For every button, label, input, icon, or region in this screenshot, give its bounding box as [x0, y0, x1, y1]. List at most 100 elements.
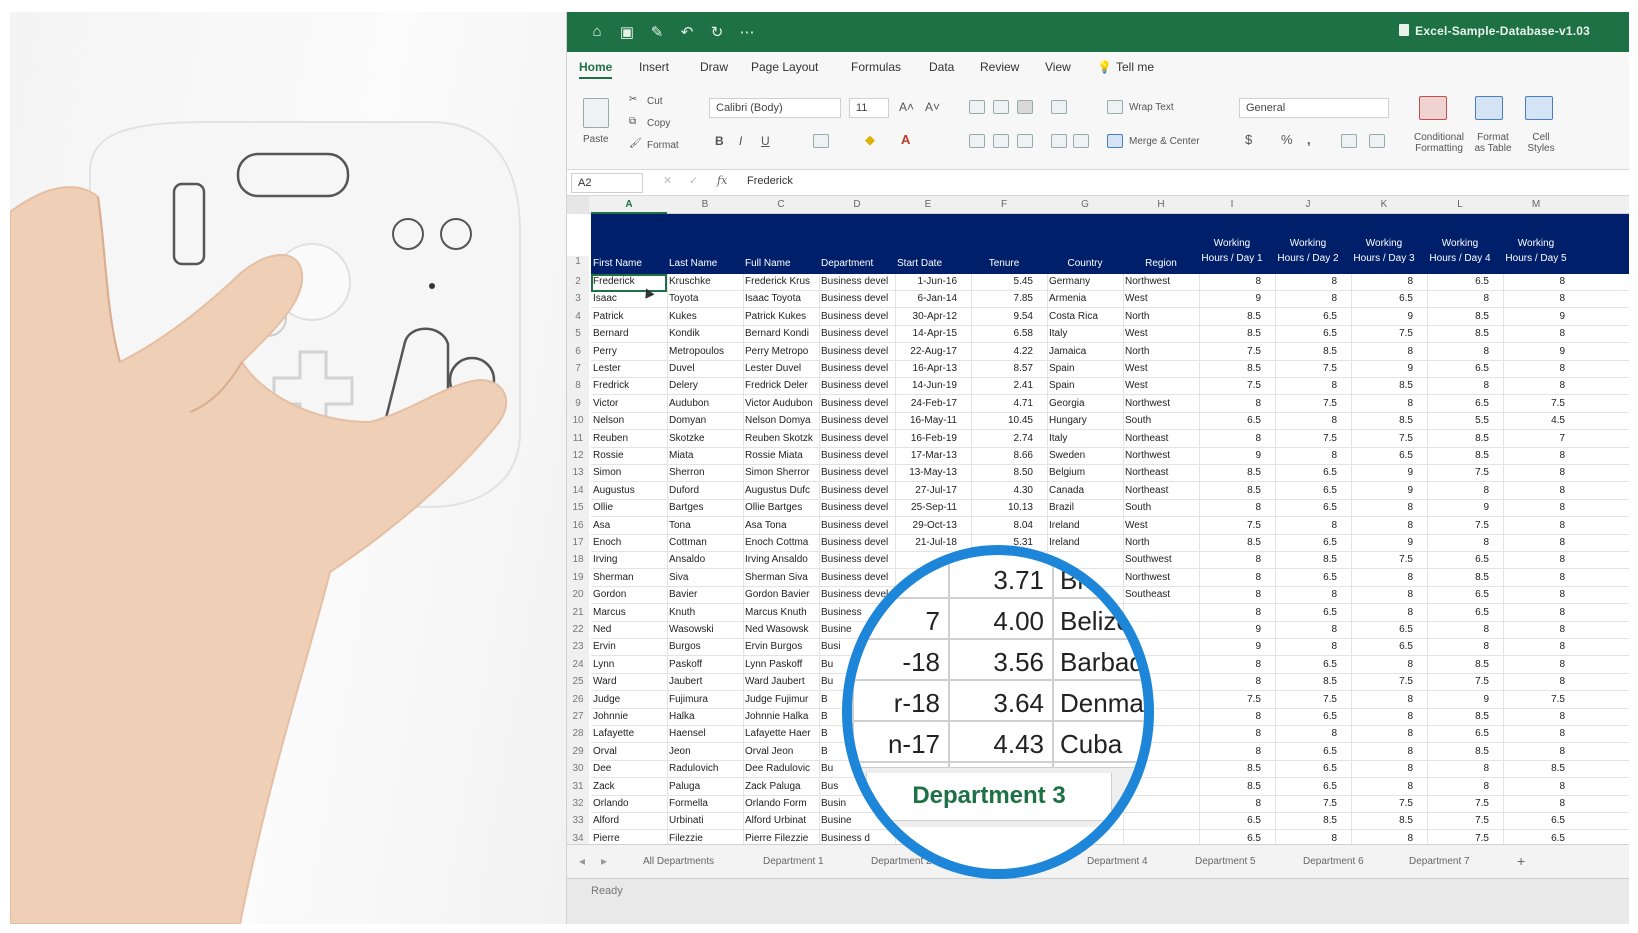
table-cell[interactable]: Ollie	[593, 502, 663, 513]
table-cell[interactable]: Business d	[821, 833, 891, 844]
font-color-icon[interactable]: A	[901, 132, 910, 147]
table-cell[interactable]: 8	[1353, 728, 1413, 739]
table-cell[interactable]: 7.5	[1353, 554, 1413, 565]
table-row[interactable]: Victor Audubon Victor Audubon Business deve…	[591, 396, 1629, 413]
table-cell[interactable]: Enoch	[593, 537, 663, 548]
table-row[interactable]: Rossie Miata Rossie Miata Business devel 17-…	[591, 448, 1629, 465]
cut-button[interactable]: Cut	[647, 96, 663, 107]
table-row[interactable]: Perry Metropoulos Perry Metropo Business de…	[591, 344, 1629, 361]
table-cell[interactable]: 8	[1353, 520, 1413, 531]
table-cell[interactable]: Sherman	[593, 572, 663, 583]
table-cell[interactable]: 6.5	[1353, 293, 1413, 304]
table-cell[interactable]: 8	[1201, 659, 1261, 670]
table-cell[interactable]: 6.5	[1277, 311, 1337, 322]
table-cell[interactable]: 6.5	[1201, 833, 1261, 844]
decrease-indent-icon[interactable]	[1051, 134, 1067, 148]
table-cell[interactable]: 8	[1353, 276, 1413, 287]
table-cell[interactable]: 6-Jan-14	[897, 293, 957, 304]
table-cell[interactable]: Business devel	[821, 380, 891, 391]
table-cell[interactable]: Frederick Krus	[745, 276, 815, 287]
table-cell[interactable]: 6.5	[1429, 589, 1489, 600]
table-cell[interactable]: 29-Oct-13	[897, 520, 957, 531]
increase-font-icon[interactable]: A˄	[899, 100, 914, 114]
table-cell[interactable]: 8.5	[1277, 815, 1337, 826]
table-cell[interactable]: 6.5	[1277, 467, 1337, 478]
table-cell[interactable]: 8	[1505, 624, 1565, 635]
table-cell[interactable]: 8	[1429, 763, 1489, 774]
column-header-h[interactable]: H	[1123, 199, 1199, 210]
merge-center-icon[interactable]	[1107, 134, 1123, 148]
table-cell[interactable]: 8	[1429, 781, 1489, 792]
table-cell[interactable]: Toyota	[669, 293, 739, 304]
font-size-select[interactable]: 11	[849, 98, 889, 118]
number-format-select[interactable]: General	[1239, 98, 1389, 118]
table-cell[interactable]: Fujimura	[669, 694, 739, 705]
table-cell[interactable]: 8.5	[1201, 328, 1261, 339]
table-cell[interactable]: 8	[1353, 572, 1413, 583]
table-cell[interactable]: 8	[1429, 537, 1489, 548]
copy-button[interactable]: Copy	[647, 118, 670, 129]
table-cell[interactable]: 8.5	[1429, 711, 1489, 722]
table-cell[interactable]: 8.5	[1201, 363, 1261, 374]
table-cell[interactable]: Business devel	[821, 276, 891, 287]
conditional-formatting-icon[interactable]	[1419, 96, 1447, 120]
column-header-l[interactable]: L	[1427, 199, 1493, 210]
table-cell[interactable]: 6.5	[1429, 607, 1489, 618]
align-middle-icon[interactable]	[993, 100, 1009, 114]
table-cell[interactable]: Northwest	[1125, 276, 1195, 287]
table-cell[interactable]: 8	[1505, 363, 1565, 374]
table-cell[interactable]: 6.5	[1505, 833, 1565, 844]
undo-icon[interactable]: ↶	[679, 23, 695, 41]
table-cell[interactable]: 8	[1505, 676, 1565, 687]
function-icon[interactable]: fx	[717, 174, 727, 187]
table-cell[interactable]: Delery	[669, 380, 739, 391]
table-cell[interactable]: 8	[1201, 711, 1261, 722]
table-cell[interactable]: 6.5	[1353, 641, 1413, 652]
table-cell[interactable]: 8	[1353, 502, 1413, 513]
tab-view[interactable]: View	[1045, 60, 1071, 74]
table-cell[interactable]: Zack Paluga	[745, 781, 815, 792]
table-cell[interactable]: 8	[1505, 502, 1565, 513]
table-cell[interactable]: 7.5	[1353, 798, 1413, 809]
table-cell[interactable]: 8	[1201, 398, 1261, 409]
table-cell[interactable]: Zack	[593, 781, 663, 792]
table-cell[interactable]: 9	[1353, 537, 1413, 548]
table-cell[interactable]: Fredrick Deler	[745, 380, 815, 391]
table-row[interactable]: Augustus Duford Augustus Dufc Business deve…	[591, 483, 1629, 500]
sheet-tab-all-departments[interactable]: All Departments	[643, 856, 714, 867]
table-cell[interactable]: Lester	[593, 363, 663, 374]
table-cell[interactable]: Alford	[593, 815, 663, 826]
table-cell[interactable]: Hungary	[1049, 415, 1119, 426]
table-cell[interactable]: Sweden	[1049, 450, 1119, 461]
table-cell[interactable]: Asa Tona	[745, 520, 815, 531]
sheet-tab-department-5[interactable]: Department 5	[1195, 856, 1256, 867]
table-cell[interactable]: Johnnie Halka	[745, 711, 815, 722]
table-cell[interactable]: Ward Jaubert	[745, 676, 815, 687]
table-cell[interactable]: 8	[1505, 276, 1565, 287]
table-cell[interactable]: 8	[1353, 694, 1413, 705]
cancel-icon[interactable]: ✕	[663, 174, 672, 187]
magnifier-sheet-tab-department-3[interactable]: Department 3	[866, 773, 1112, 821]
table-cell[interactable]: Orlando Form	[745, 798, 815, 809]
table-cell[interactable]: Pierre Filezzie	[745, 833, 815, 844]
table-cell[interactable]: 8.57	[973, 363, 1033, 374]
table-cell[interactable]: Haensel	[669, 728, 739, 739]
table-cell[interactable]: Wasowski	[669, 624, 739, 635]
select-all-corner[interactable]	[567, 196, 589, 214]
table-cell[interactable]: 8	[1505, 554, 1565, 565]
table-cell[interactable]: 7.5	[1429, 798, 1489, 809]
column-header-i[interactable]: I	[1199, 199, 1265, 210]
table-cell[interactable]: Pierre	[593, 833, 663, 844]
cell-styles-icon[interactable]	[1525, 96, 1553, 120]
table-cell[interactable]: 8	[1505, 380, 1565, 391]
table-cell[interactable]: Jamaica	[1049, 346, 1119, 357]
table-cell[interactable]: Dee	[593, 763, 663, 774]
table-cell[interactable]: 8.5	[1201, 485, 1261, 496]
table-cell[interactable]: 8	[1505, 746, 1565, 757]
table-cell[interactable]: Business devel	[821, 311, 891, 322]
column-header-j[interactable]: J	[1275, 199, 1341, 210]
table-cell[interactable]: 16-Feb-19	[897, 433, 957, 444]
table-cell[interactable]: Northeast	[1125, 467, 1195, 478]
table-cell[interactable]: Nelson Domya	[745, 415, 815, 426]
table-row[interactable]: Fredrick Delery Fredrick Deler Business dev…	[591, 378, 1629, 396]
